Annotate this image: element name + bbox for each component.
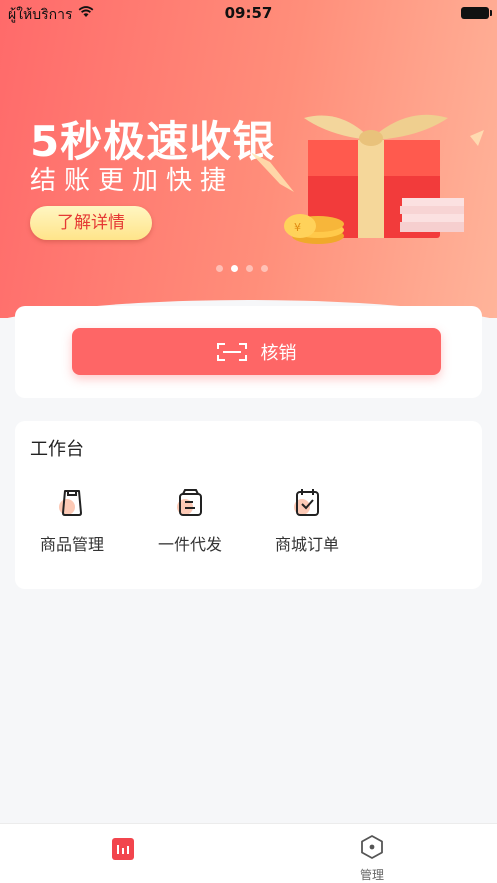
gift-box-illustration: ¥: [252, 114, 484, 244]
svg-text:¥: ¥: [294, 221, 301, 234]
tool-dropship[interactable]: 一件代发: [145, 485, 235, 555]
tab-bar: 管理: [0, 823, 497, 883]
workbench-title: 工作台: [30, 439, 84, 460]
carousel-indicator: [216, 265, 268, 272]
workbench-card: 工作台 商品管理 一件代发 商城订单: [15, 421, 482, 589]
tab-manage[interactable]: 管理: [350, 834, 394, 883]
learn-more-button[interactable]: 了解详情: [30, 206, 152, 240]
scan-icon: [216, 342, 247, 361]
hexagon-icon: [361, 835, 383, 859]
promo-banner[interactable]: ผู้ให้บริการ 09:57 5秒极速收银 结账更加快捷 了解详情 ¥: [0, 0, 497, 318]
carousel-dot[interactable]: [216, 265, 223, 272]
tool-label: 一件代发: [157, 535, 222, 554]
tool-mall-orders[interactable]: 商城订单: [262, 485, 352, 555]
verify-button[interactable]: 核销: [72, 328, 441, 375]
tool-label: 商城订单: [274, 535, 339, 554]
product-icon: [59, 490, 82, 516]
carousel-dot[interactable]: [246, 265, 253, 272]
verify-label: 核销: [260, 342, 297, 364]
status-bar: ผู้ให้บริการ 09:57: [0, 0, 497, 26]
battery-icon: [461, 7, 492, 19]
order-icon: [294, 489, 319, 516]
dropship-icon: [177, 489, 202, 516]
tool-product-management[interactable]: 商品管理: [27, 485, 117, 555]
banner-subline: 结账更加快捷: [30, 166, 235, 196]
dashboard-icon: [117, 845, 129, 854]
tool-label: 商品管理: [39, 535, 104, 554]
carousel-dot-active[interactable]: [231, 265, 238, 272]
verify-card: 核销: [15, 306, 482, 398]
tab-manage-label: 管理: [359, 868, 384, 882]
clock: 09:57: [224, 4, 273, 22]
carousel-dot[interactable]: [261, 265, 268, 272]
tab-dashboard[interactable]: [112, 838, 134, 860]
